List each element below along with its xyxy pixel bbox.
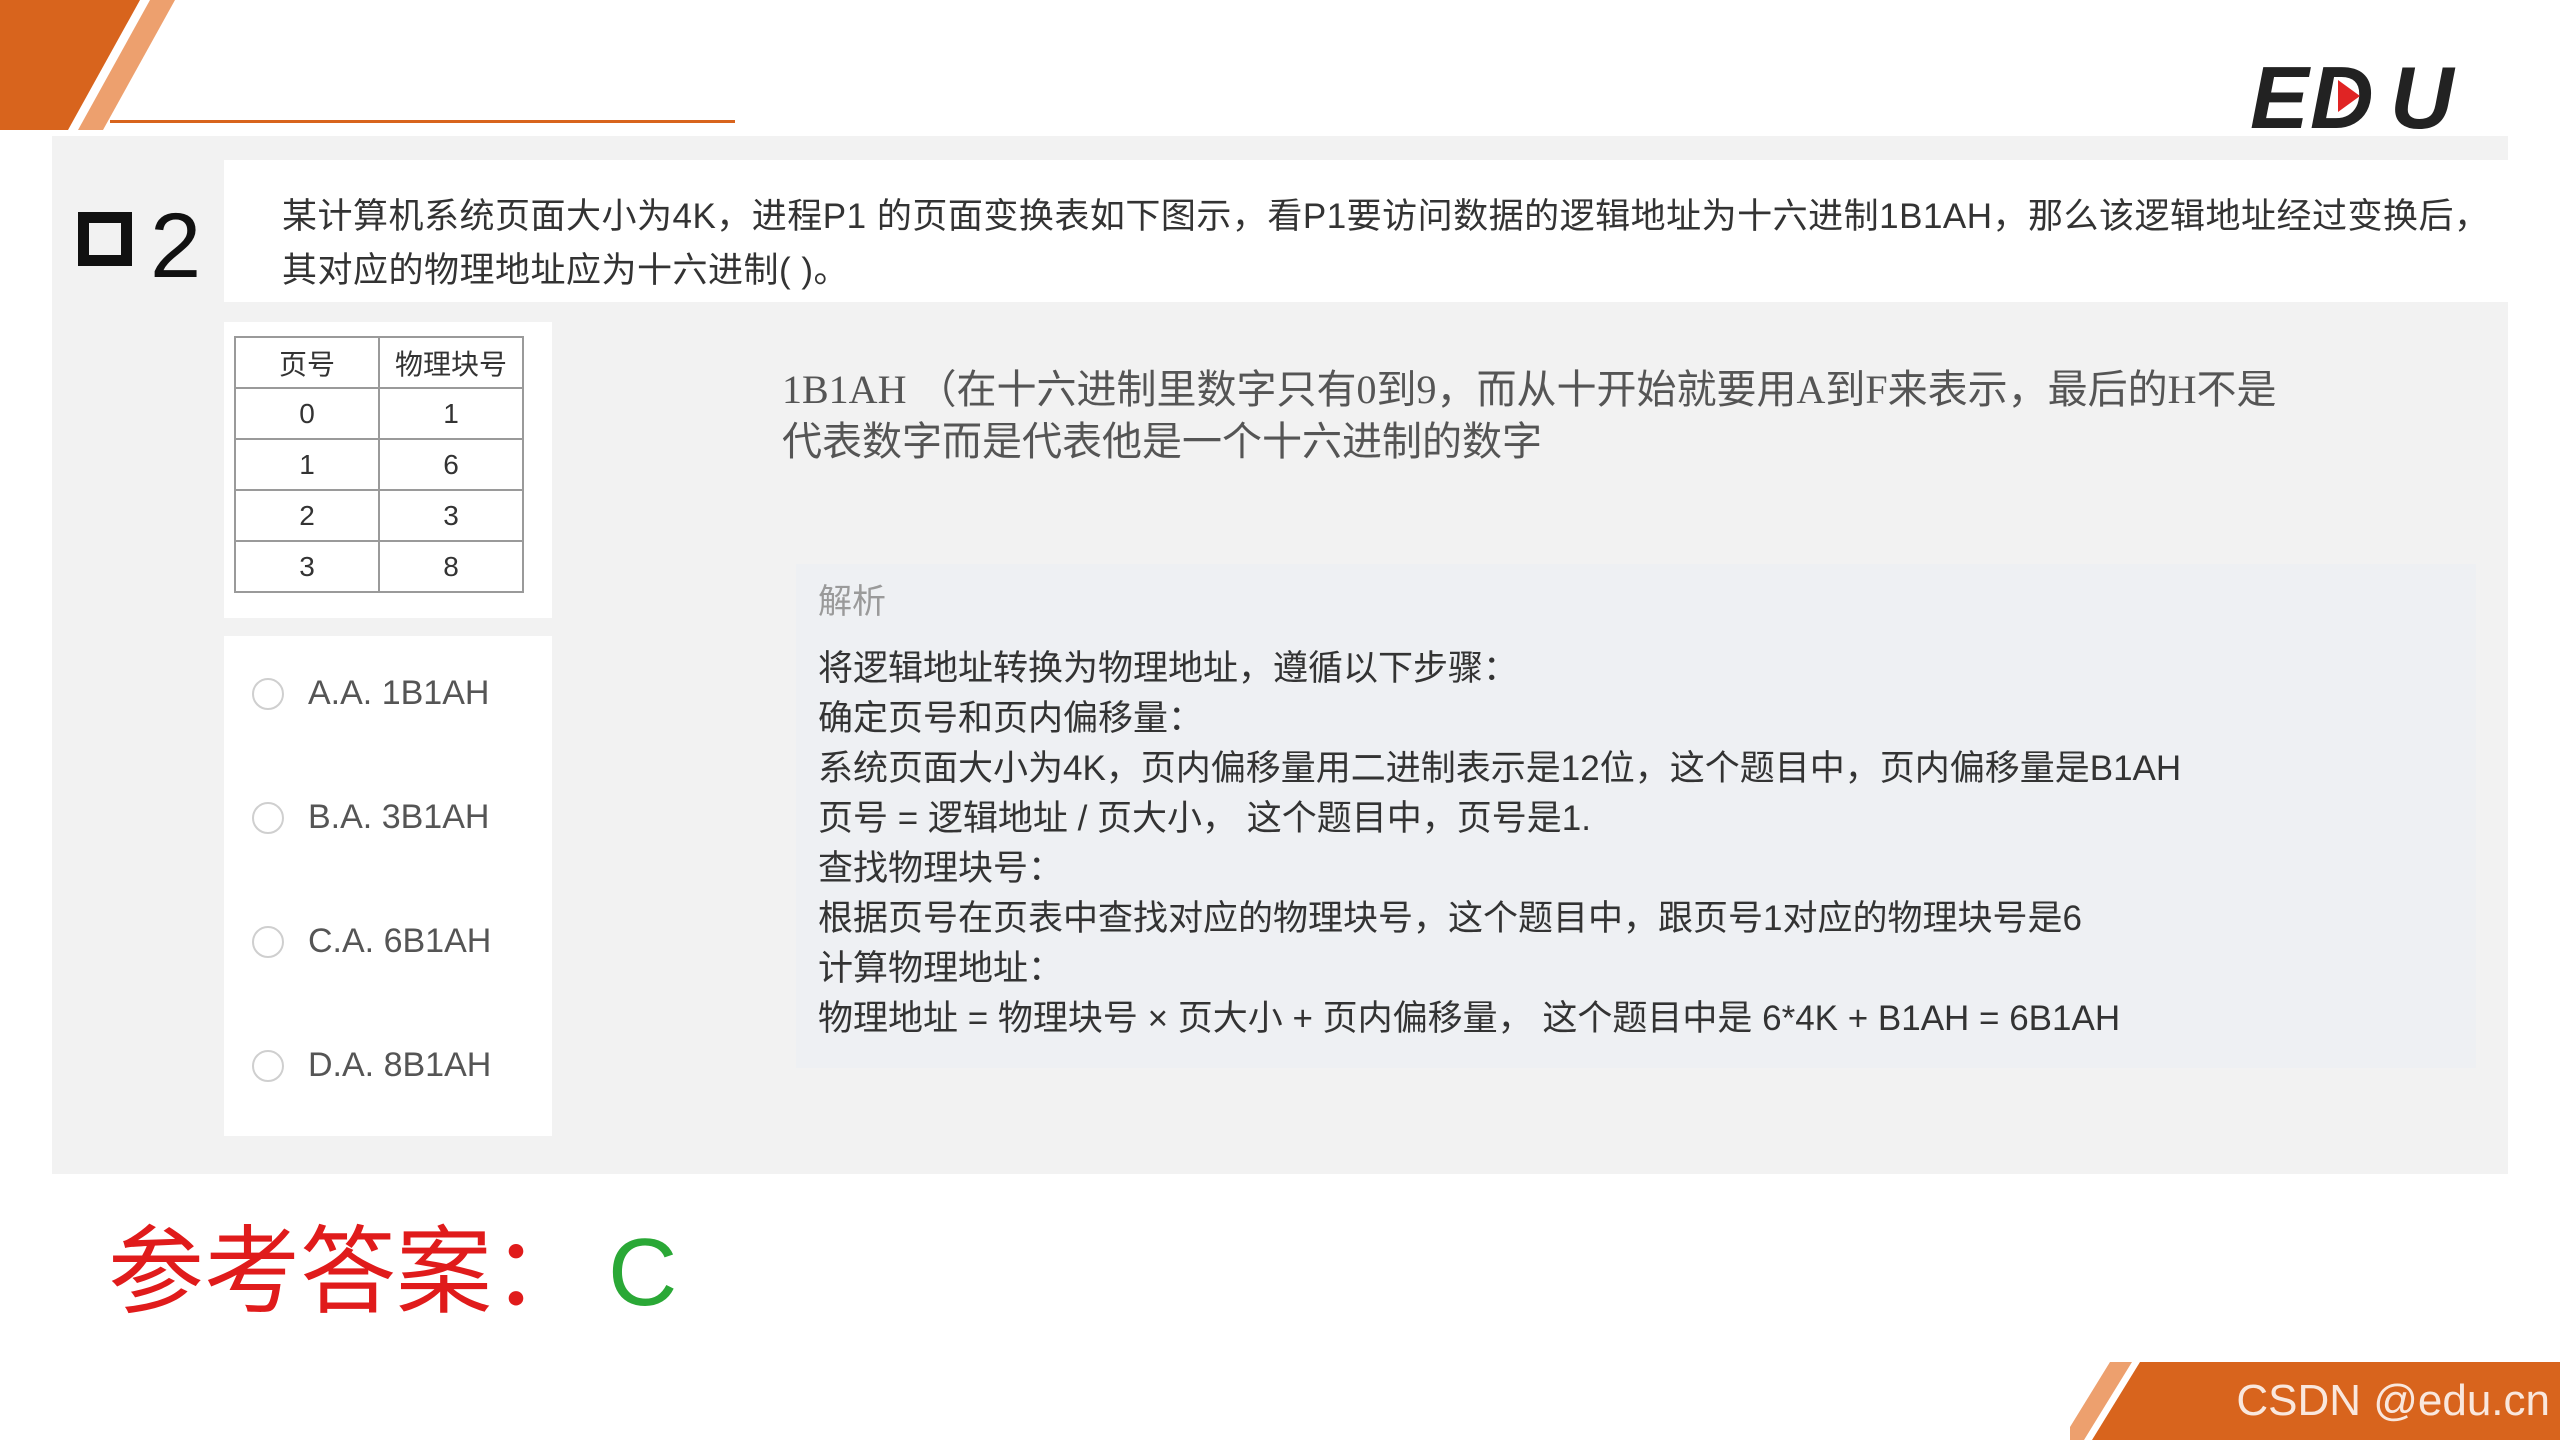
edu-logo: E D U [2250, 52, 2456, 140]
watermark: CSDN @edu.cn [2236, 1376, 2550, 1425]
radio-button[interactable] [252, 1049, 284, 1082]
analysis-line: 根据页号在页表中查找对应的物理块号，这个题目中，跟页号1对应的物理块号是6 [818, 899, 2082, 938]
reference-answer: 参考答案： C [108, 1218, 677, 1328]
table-cell: 3 [378, 489, 524, 542]
option-label: A.A. 1B1AH [308, 674, 490, 712]
option-c[interactable]: C.A. 6B1AH [252, 922, 491, 961]
analysis-title: 解析 [818, 583, 886, 621]
question-number: 2 [150, 195, 202, 297]
option-label: C.A. 6B1AH [308, 922, 492, 960]
option-b[interactable]: B.A. 3B1AH [252, 798, 489, 837]
table-row: 3 8 [234, 540, 524, 593]
header-divider [110, 120, 735, 123]
analysis-line: 系统页面大小为4K，页内偏移量用二进制表示是12位，这个题目中，页内偏移量是B1… [818, 749, 2182, 788]
table-cell: 1 [234, 438, 380, 491]
table-row: 1 6 [234, 438, 524, 491]
hex-note-line-2: 代表数字而是代表他是一个十六进制的数字 [782, 419, 1542, 464]
option-d[interactable]: D.A. 8B1AH [252, 1046, 491, 1085]
table-cell: 1 [378, 387, 524, 440]
svg-text:U: U [2390, 52, 2456, 140]
question-text-line-2: 其对应的物理地址应为十六进制( )。 [282, 251, 850, 290]
question-text-line-1: 某计算机系统页面大小为4K，进程P1 的页面变换表如下图示，看P1要访问数据的逻… [282, 197, 2490, 236]
corner-decoration-top-left [0, 0, 175, 130]
table-header-cell: 物理块号 [378, 336, 524, 389]
table-row: 0 1 [234, 387, 524, 440]
option-label: B.A. 3B1AH [308, 798, 490, 836]
svg-text:E: E [2250, 52, 2311, 140]
square-bullet-icon [78, 212, 132, 266]
table-cell: 0 [234, 387, 380, 440]
table-cell: 3 [234, 540, 380, 593]
radio-button[interactable] [252, 801, 284, 834]
analysis-line: 页号 = 逻辑地址 / 页大小， 这个题目中，页号是1. [818, 799, 1591, 838]
option-a[interactable]: A.A. 1B1AH [252, 674, 489, 713]
answer-value: C [608, 1219, 678, 1326]
table-row: 2 3 [234, 489, 524, 542]
table-header-cell: 页号 [234, 336, 380, 389]
analysis-line: 确定页号和页内偏移量： [818, 699, 1204, 738]
answer-label: 参考答案： [108, 1219, 588, 1326]
radio-button[interactable] [252, 925, 284, 958]
analysis-line: 查找物理块号： [818, 849, 1064, 888]
analysis-line: 计算物理地址： [818, 949, 1064, 988]
analysis-line: 将逻辑地址转换为物理地址，遵循以下步骤： [818, 649, 1519, 688]
hex-note: 1B1AH （在十六进制里数字只有0到9，而从十开始就要用A到F来表示，最后的H… [782, 364, 2442, 468]
table-cell: 8 [378, 540, 524, 593]
page-table: 页号 物理块号 0 1 1 6 2 3 3 8 [234, 336, 524, 593]
analysis-line: 物理地址 = 物理块号 × 页大小 + 页内偏移量， 这个题目中是 6*4K +… [818, 999, 2121, 1038]
table-cell: 2 [234, 489, 380, 542]
question-text: 某计算机系统页面大小为4K，进程P1 的页面变换表如下图示，看P1要访问数据的逻… [282, 190, 2492, 298]
hex-note-line-1: 1B1AH （在十六进制里数字只有0到9，而从十开始就要用A到F来表示，最后的H… [782, 367, 2277, 412]
radio-button[interactable] [252, 677, 284, 710]
option-label: D.A. 8B1AH [308, 1046, 492, 1084]
table-header-row: 页号 物理块号 [234, 336, 524, 389]
table-cell: 6 [378, 438, 524, 491]
